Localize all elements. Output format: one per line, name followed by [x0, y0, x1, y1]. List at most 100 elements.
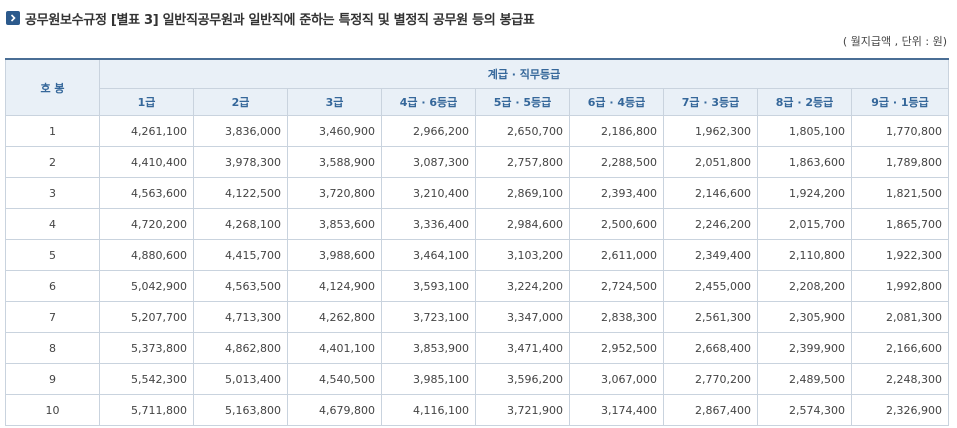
salary-cell: 3,988,600 [287, 239, 382, 271]
salary-cell: 3,224,200 [475, 270, 570, 302]
salary-cell: 2,952,500 [569, 332, 664, 364]
salary-cell: 3,336,400 [381, 208, 476, 240]
title-row: 공무원보수규정 [별표 3] 일반직공무원과 일반직에 준하는 특정직 및 별정… [6, 9, 535, 28]
salary-cell: 1,789,800 [850, 146, 950, 178]
salary-cell: 2,869,100 [475, 177, 570, 209]
salary-cell: 3,853,600 [287, 208, 382, 240]
salary-cell: 3,721,900 [475, 394, 570, 426]
table-row: 1 4,261,100 3,836,000 3,460,900 2,966,200 2,6… [5, 115, 950, 147]
salary-cell: 4,540,500 [287, 363, 382, 395]
grade-column-header: 9급 · 1등급 [850, 88, 950, 116]
salary-cell: 3,103,200 [475, 239, 570, 271]
grade-column-header: 1급 [99, 88, 194, 116]
grade-group-header: 계급 · 직무등급 [98, 58, 950, 89]
salary-cell: 1,821,500 [850, 177, 950, 209]
step-cell: 6 [5, 270, 100, 302]
table-row: 3 4,563,600 4,122,500 3,720,800 3,210,400 2,8… [5, 177, 950, 209]
salary-cell: 3,087,300 [381, 146, 476, 178]
header-row-1: 호 봉 계급 · 직무등급 [5, 58, 950, 116]
step-cell: 1 [5, 115, 100, 147]
salary-cell: 1,805,100 [757, 115, 852, 147]
salary-cell: 5,542,300 [99, 363, 194, 395]
table-row: 7 5,207,700 4,713,300 4,262,800 3,723,100 3,3… [5, 301, 950, 333]
salary-table: 호 봉 계급 · 직무등급 1급 2급 3급 4급 · 6등급 5급 · 5등급 6급 ·… [5, 58, 950, 426]
salary-cell: 2,166,600 [850, 332, 950, 364]
salary-cell: 4,720,200 [99, 208, 194, 240]
salary-cell: 2,561,300 [663, 301, 758, 333]
salary-cell: 3,985,100 [381, 363, 476, 395]
salary-cell: 3,853,900 [381, 332, 476, 364]
salary-cell: 2,574,300 [757, 394, 852, 426]
step-cell: 5 [5, 239, 100, 271]
salary-cell: 2,288,500 [569, 146, 664, 178]
table-body: 1 4,261,100 3,836,000 3,460,900 2,966,200 2,6… [5, 115, 950, 426]
salary-cell: 3,978,300 [193, 146, 288, 178]
salary-cell: 1,924,200 [757, 177, 852, 209]
step-cell: 10 [5, 394, 100, 426]
salary-cell: 2,724,500 [569, 270, 664, 302]
salary-cell: 2,393,400 [569, 177, 664, 209]
chevron-right-icon [6, 11, 20, 25]
salary-cell: 2,015,700 [757, 208, 852, 240]
grade-column-header: 6급 · 4등급 [569, 88, 664, 116]
salary-cell: 5,711,800 [99, 394, 194, 426]
salary-cell: 2,455,000 [663, 270, 758, 302]
salary-cell: 3,588,900 [287, 146, 382, 178]
salary-cell: 4,563,600 [99, 177, 194, 209]
salary-cell: 2,208,200 [757, 270, 852, 302]
table-row: 2 4,410,400 3,978,300 3,588,900 3,087,300 2,7… [5, 146, 950, 178]
salary-cell: 4,415,700 [193, 239, 288, 271]
grade-column-header: 5급 · 5등급 [475, 88, 570, 116]
salary-cell: 5,042,900 [99, 270, 194, 302]
salary-cell: 4,401,100 [287, 332, 382, 364]
salary-cell: 5,207,700 [99, 301, 194, 333]
grade-column-header: 8급 · 2등급 [757, 88, 852, 116]
salary-cell: 4,713,300 [193, 301, 288, 333]
salary-cell: 2,248,300 [850, 363, 950, 395]
salary-cell: 4,116,100 [381, 394, 476, 426]
salary-cell: 3,067,000 [569, 363, 664, 395]
grade-column-header: 3급 [287, 88, 382, 116]
salary-cell: 1,922,300 [850, 239, 950, 271]
step-cell: 2 [5, 146, 100, 178]
salary-cell: 1,962,300 [663, 115, 758, 147]
salary-cell: 3,464,100 [381, 239, 476, 271]
salary-cell: 3,174,400 [569, 394, 664, 426]
step-cell: 7 [5, 301, 100, 333]
salary-cell: 5,373,800 [99, 332, 194, 364]
salary-cell: 2,146,600 [663, 177, 758, 209]
salary-cell: 2,650,700 [475, 115, 570, 147]
page-title: 공무원보수규정 [별표 3] 일반직공무원과 일반직에 준하는 특정직 및 별정… [25, 12, 535, 28]
salary-cell: 4,862,800 [193, 332, 288, 364]
salary-cell: 1,865,700 [850, 208, 950, 240]
salary-cell: 2,349,400 [663, 239, 758, 271]
salary-cell: 3,471,400 [475, 332, 570, 364]
salary-cell: 3,593,100 [381, 270, 476, 302]
salary-cell: 3,347,000 [475, 301, 570, 333]
salary-cell: 4,880,600 [99, 239, 194, 271]
salary-cell: 2,500,600 [569, 208, 664, 240]
table-row: 5 4,880,600 4,415,700 3,988,600 3,464,100 3,1… [5, 239, 950, 271]
salary-cell: 4,262,800 [287, 301, 382, 333]
grade-column-header: 7급 · 3등급 [663, 88, 758, 116]
salary-cell: 3,460,900 [287, 115, 382, 147]
salary-cell: 2,668,400 [663, 332, 758, 364]
salary-cell: 2,489,500 [757, 363, 852, 395]
table-row: 9 5,542,300 5,013,400 4,540,500 3,985,100 3,5… [5, 363, 950, 395]
salary-cell: 3,720,800 [287, 177, 382, 209]
salary-cell: 2,757,800 [475, 146, 570, 178]
step-cell: 9 [5, 363, 100, 395]
step-cell: 3 [5, 177, 100, 209]
unit-note: ( 월지급액 , 단위 : 원) [842, 35, 947, 48]
salary-cell: 2,246,200 [663, 208, 758, 240]
salary-cell: 4,124,900 [287, 270, 382, 302]
salary-cell: 2,326,900 [850, 394, 950, 426]
salary-cell: 1,992,800 [850, 270, 950, 302]
salary-cell: 2,305,900 [757, 301, 852, 333]
salary-cell: 1,863,600 [757, 146, 852, 178]
salary-cell: 2,186,800 [569, 115, 664, 147]
salary-cell: 2,399,900 [757, 332, 852, 364]
table-row: 10 5,711,800 5,163,800 4,679,800 4,116,100 3,… [5, 394, 950, 426]
salary-cell: 4,261,100 [99, 115, 194, 147]
salary-cell: 3,596,200 [475, 363, 570, 395]
